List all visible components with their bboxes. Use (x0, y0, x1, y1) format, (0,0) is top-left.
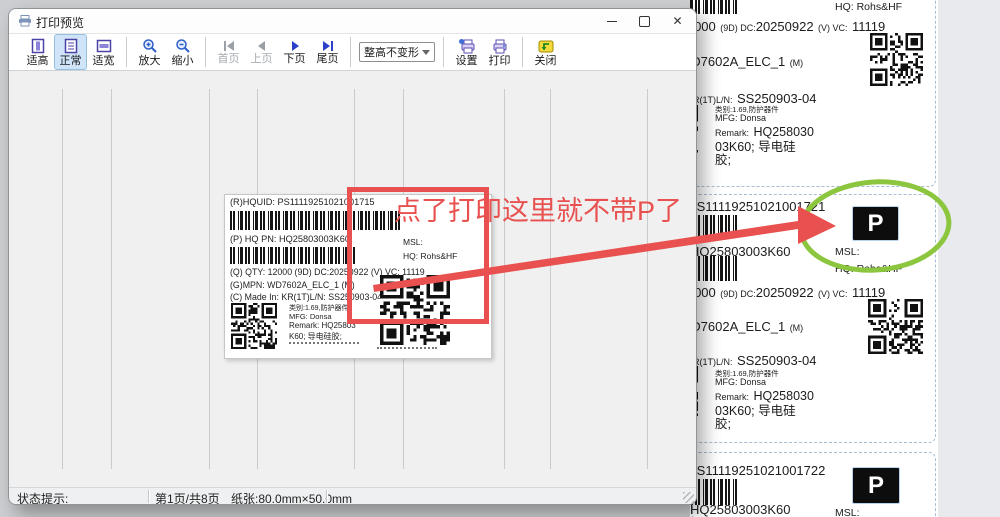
toolbar-button-last-page[interactable]: 尾页 (311, 34, 344, 70)
background-label-strip: HQ: Rohs&HF (Q) QTY: 12000 (9D) DC:20250… (690, 0, 938, 517)
toolbar-separator (205, 37, 206, 67)
status-page-info: 第1页/共8页 (155, 490, 220, 505)
barcode (690, 215, 737, 238)
toolbar-separator (126, 37, 127, 67)
qr-code (870, 33, 923, 86)
toolbar-button-normal[interactable]: 正常 (54, 34, 87, 70)
toolbar-button-prev-page[interactable]: 上页 (245, 34, 278, 70)
close-window-button[interactable]: ✕ (661, 9, 694, 33)
zoom-in-icon (142, 38, 158, 54)
bg-label2-msl: MSL: (835, 246, 860, 258)
annotation-note: 点了打印这里就不带P了 (394, 189, 682, 228)
exit-icon (538, 38, 554, 54)
bg-label2-remark-wrap2: 胶; (715, 413, 731, 432)
bg-label3-pn: HQ25803003K60 (690, 502, 790, 517)
toolbar-button-zoom-out[interactable]: 缩小 (166, 34, 199, 70)
bg-label1-qty-line: (Q) QTY: 12000 (9D) DC:20250922 (V) VC: … (690, 18, 885, 36)
toolbar-button-first-page[interactable]: 首页 (212, 34, 245, 70)
dotted-line (377, 347, 437, 349)
bg-label3-uid: PS11119251021001722 (690, 463, 825, 478)
pv-mfg: MFG: Donsa (289, 312, 332, 321)
title-bar[interactable]: 打印预览 ✕ (9, 9, 696, 33)
fit-width-icon (96, 38, 112, 54)
last-page-icon (320, 40, 336, 52)
toolbar-button-print[interactable]: 打印 (483, 34, 516, 70)
pv-remark2: K60; 导电硅胶; (289, 331, 342, 342)
p-logo: P (852, 467, 900, 504)
resize-grip[interactable] (683, 492, 694, 503)
barcode (230, 247, 356, 264)
print-icon (491, 38, 509, 54)
first-page-icon (221, 40, 237, 52)
status-paper-info: 纸张:80.0mm×50.0mm (231, 490, 352, 505)
page-guide-line (209, 89, 210, 469)
qr-code (231, 303, 277, 349)
pv-remark: Remark: HQ25803 (289, 321, 356, 330)
bg-label1-rohs: HQ: Rohs&HF (835, 1, 902, 13)
prev-page-icon (254, 40, 270, 52)
bg-label1-mfg: MFG: Donsa (715, 113, 766, 123)
page-guide-line (111, 89, 112, 469)
qr-code (868, 299, 923, 354)
window-controls: ✕ (595, 9, 694, 33)
pv-mpn-line: (G)MPN: WD7602A_ELC_1 (M) (230, 280, 355, 290)
dotted-line (289, 342, 359, 344)
toolbar-button-zoom-in[interactable]: 放大 (133, 34, 166, 70)
page-guide-line (504, 89, 505, 469)
bg-label2-qty-line: (Q) QTY: 12000 (9D) DC:20250922 (V) VC: … (690, 284, 885, 302)
toolbar-separator (350, 37, 351, 67)
toolbar-button-close[interactable]: 关闭 (529, 34, 562, 70)
toolbar-button-fit-height[interactable]: 适高 (21, 34, 54, 70)
barcode (690, 256, 737, 281)
fit-height-icon (30, 38, 46, 54)
background-app-canvas (938, 0, 1000, 517)
bg-label2-uid: PS11119251021001721 (690, 199, 825, 214)
page-guide-line (647, 89, 648, 469)
p-logo: P (852, 206, 899, 241)
next-page-icon (287, 40, 303, 52)
bg-label2-rohs: HQ: Rohs&HF (835, 263, 902, 275)
print-settings-icon (458, 38, 476, 54)
window-title: 打印预览 (36, 14, 84, 31)
scale-mode-dropdown[interactable]: 整高不变形 (359, 42, 435, 62)
close-icon: ✕ (672, 14, 682, 28)
toolbar-separator (443, 37, 444, 67)
status-hint: 状态提示: (17, 490, 68, 505)
bg-label3-msl: MSL: (835, 507, 860, 517)
maximize-icon (639, 16, 650, 27)
chevron-down-icon (422, 50, 430, 55)
printer-icon (18, 14, 32, 32)
page-guide-line (62, 89, 63, 469)
bg-label2-mpn-line: WD7602A_ELC_1 (M) (690, 318, 803, 336)
minimize-button[interactable] (595, 9, 628, 33)
maximize-button[interactable] (628, 9, 661, 33)
minimize-icon (607, 21, 617, 22)
bg-label1-remark-wrap2: 胶; (715, 149, 731, 168)
toolbar: 适高 正常 适宽 放大 缩小 首页 上页 下页 (9, 33, 696, 71)
toolbar-button-next-page[interactable]: 下页 (278, 34, 311, 70)
status-separator (148, 490, 149, 503)
bg-label1-mpn-line: WD7602A_ELC_1 (M) (690, 53, 803, 71)
status-bar: 状态提示: 第1页/共8页 纸张:80.0mm×50.0mm (9, 487, 696, 505)
barcode (690, 0, 737, 14)
normal-view-icon (63, 38, 79, 54)
zoom-out-icon (175, 38, 191, 54)
screen: { "window": { "title": "打印预览" }, "toolba… (0, 0, 1000, 517)
bg-label2-mfg: MFG: Donsa (715, 377, 766, 387)
status-separator (326, 490, 327, 503)
toolbar-button-settings[interactable]: 设置 (450, 34, 483, 70)
pv-pn-line: (P) HQ PN: HQ25803003K60 (230, 234, 350, 244)
page-guide-line (550, 89, 551, 469)
toolbar-separator (522, 37, 523, 67)
toolbar-button-fit-width[interactable]: 适宽 (87, 34, 120, 70)
